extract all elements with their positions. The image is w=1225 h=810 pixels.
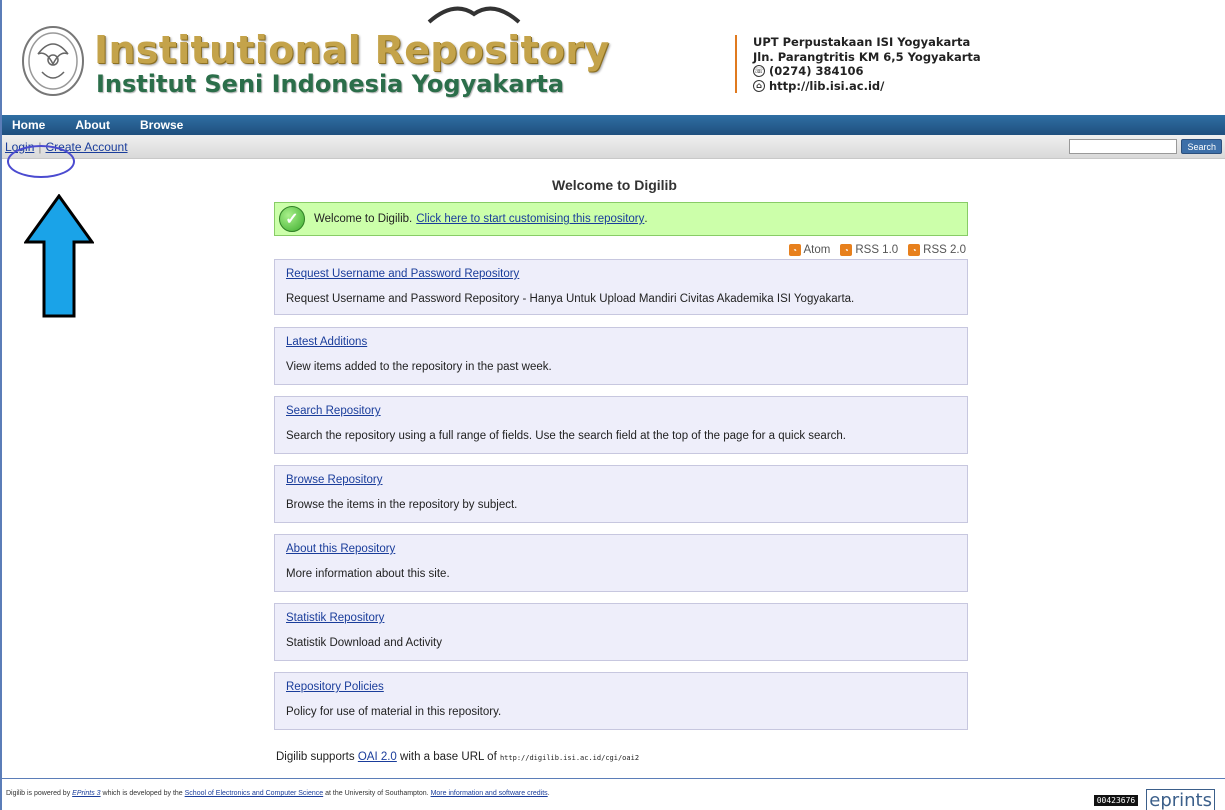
- contact-info: UPT Perpustakaan ISI Yogyakarta Jln. Par…: [735, 35, 981, 93]
- box-browse-repository: Browse Repository Browse the items in th…: [274, 465, 968, 523]
- oai-link[interactable]: OAI 2.0: [358, 751, 397, 763]
- eprints-brand: eprints: [1146, 789, 1215, 810]
- box-statistik-repository: Statistik Repository Statistik Download …: [274, 603, 968, 661]
- footer-right: 00423676 eprints: [1093, 789, 1215, 810]
- search-button[interactable]: Search: [1181, 139, 1222, 154]
- contact-line-1: UPT Perpustakaan ISI Yogyakarta: [753, 35, 971, 49]
- box-description: Statistik Download and Activity: [286, 637, 442, 649]
- main-nav: Home About Browse: [2, 115, 1225, 135]
- box-link[interactable]: Search Repository: [286, 405, 956, 417]
- box-repository-policies: Repository Policies Policy for use of ma…: [274, 672, 968, 730]
- page: Institutional Repository Institut Seni I…: [0, 0, 1225, 810]
- box-about-repository: About this Repository More information a…: [274, 534, 968, 592]
- site-header: Institutional Repository Institut Seni I…: [2, 0, 1225, 115]
- feed-rss1[interactable]: ◔ RSS 1.0: [840, 244, 898, 256]
- oai-prefix: Digilib supports: [276, 751, 355, 763]
- box-link[interactable]: Latest Additions: [286, 336, 956, 348]
- rss-icon: ◔: [908, 244, 921, 256]
- eprints-logo[interactable]: eprints: [1146, 789, 1215, 810]
- page-title: Welcome to Digilib: [552, 177, 677, 193]
- phone-icon: ☏: [753, 65, 765, 78]
- nav-home[interactable]: Home: [12, 118, 45, 132]
- site-subtitle: Institut Seni Indonesia Yogyakarta: [96, 70, 565, 98]
- nav-browse[interactable]: Browse: [140, 118, 183, 132]
- box-request-account: Request Username and Password Repository…: [274, 259, 968, 315]
- notice-text: Welcome to Digilib.: [314, 213, 413, 225]
- box-link[interactable]: Statistik Repository: [286, 612, 956, 624]
- oai-mid: with a base URL of: [400, 751, 497, 763]
- box-description: View items added to the repository in th…: [286, 361, 552, 373]
- customise-link[interactable]: Click here to start customising this rep…: [416, 213, 644, 225]
- search-input[interactable]: [1069, 139, 1178, 154]
- box-description: Request Username and Password Repository…: [286, 293, 855, 305]
- nav-about[interactable]: About: [75, 118, 110, 132]
- site-title: Institutional Repository: [94, 28, 610, 72]
- annotation-arrow-icon: [24, 194, 94, 318]
- footer-t4: .: [547, 790, 550, 797]
- check-icon: ✓: [279, 206, 305, 232]
- credits-link[interactable]: More information and software credits: [431, 790, 548, 797]
- eprints-link[interactable]: EPrints 3: [72, 790, 100, 797]
- box-description: More information about this site.: [286, 568, 450, 580]
- feed-label: Atom: [803, 244, 831, 256]
- welcome-notice: ✓ Welcome to Digilib. Click here to star…: [274, 202, 968, 236]
- box-link[interactable]: About this Repository: [286, 543, 956, 555]
- feed-atom[interactable]: ◔ Atom: [788, 244, 831, 256]
- feed-rss2[interactable]: ◔ RSS 2.0: [908, 244, 966, 256]
- search-area: Search: [1069, 139, 1222, 154]
- contact-web: http://lib.isi.ac.id/: [769, 78, 885, 93]
- box-latest-additions: Latest Additions View items added to the…: [274, 327, 968, 385]
- feed-links: ◔ Atom ◔ RSS 1.0 ◔ RSS 2.0: [788, 244, 966, 256]
- rss-icon: ◔: [788, 244, 801, 256]
- footer-t2: which is developed by the: [102, 790, 183, 797]
- open-book-icon: [427, 6, 521, 24]
- oai-url: http://digilib.isi.ac.id/cgi/oai2: [499, 754, 640, 762]
- visitor-counter: 00423676: [1093, 795, 1139, 806]
- feed-label: RSS 2.0: [923, 244, 966, 256]
- footer-t1: Digilib is powered by: [6, 790, 71, 797]
- box-description: Search the repository using a full range…: [286, 430, 846, 442]
- account-bar: Login | Create Account Search: [2, 135, 1225, 159]
- feed-label: RSS 1.0: [855, 244, 899, 256]
- contact-phone: (0274) 384106: [769, 64, 864, 78]
- box-description: Browse the items in the repository by su…: [286, 499, 518, 511]
- notice-end: .: [644, 213, 648, 225]
- footer-text: Digilib is powered by EPrints 3 which is…: [6, 790, 550, 797]
- box-link[interactable]: Request Username and Password Repository: [286, 268, 956, 280]
- box-description: Policy for use of material in this repos…: [286, 706, 502, 718]
- footer-divider: [2, 778, 1225, 779]
- contact-line-2: Jln. Parangtritis KM 6,5 Yogyakarta: [753, 49, 981, 64]
- box-search-repository: Search Repository Search the repository …: [274, 396, 968, 454]
- home-icon: ⌂: [753, 79, 765, 92]
- box-link[interactable]: Browse Repository: [286, 474, 956, 486]
- rss-icon: ◔: [840, 244, 853, 256]
- box-link[interactable]: Repository Policies: [286, 681, 956, 693]
- isi-logo-icon: [22, 26, 84, 96]
- annotation-circle: [7, 145, 75, 178]
- footer-t3: at the University of Southampton.: [325, 790, 429, 797]
- oai-info: Digilib supports OAI 2.0 with a base URL…: [276, 751, 639, 763]
- school-link[interactable]: School of Electronics and Computer Scien…: [185, 790, 324, 797]
